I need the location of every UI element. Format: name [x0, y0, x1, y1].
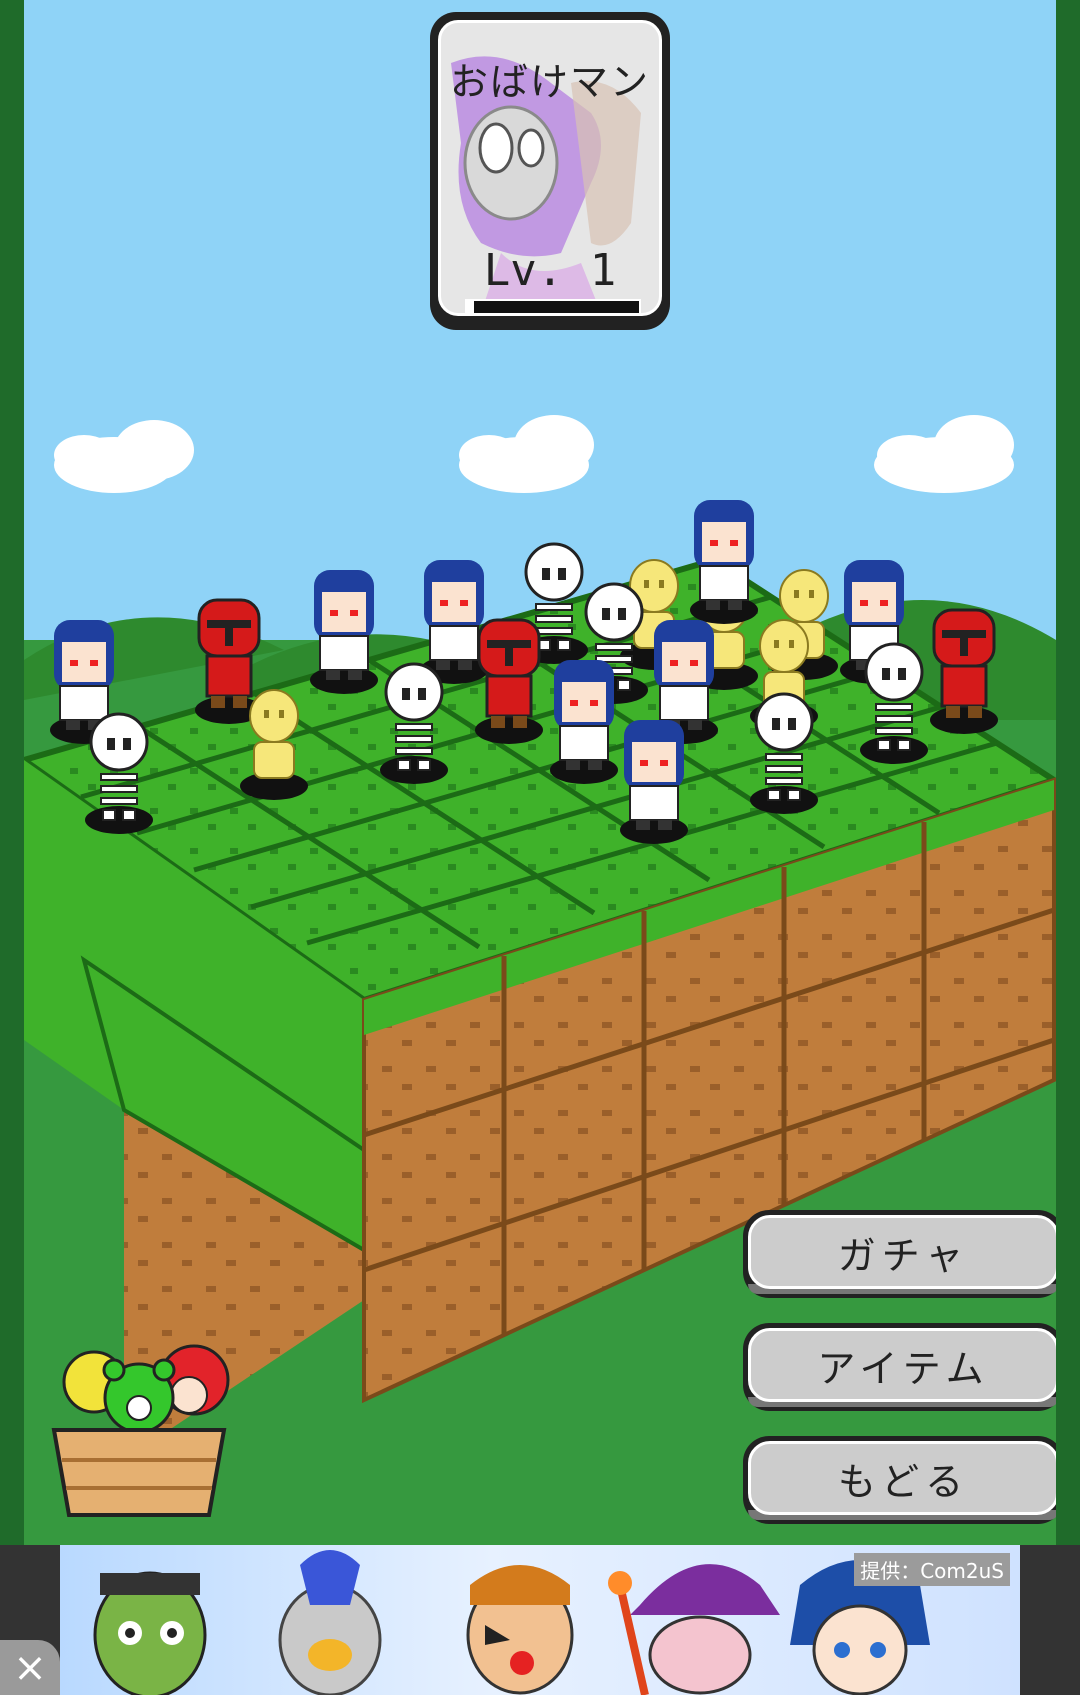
character-girl[interactable]: [420, 560, 488, 684]
character-skeleton[interactable]: [750, 692, 818, 814]
experience-bar-fill: [467, 301, 474, 313]
character-skeleton[interactable]: [85, 712, 153, 834]
game-screen[interactable]: おばけマン Lv. 1 ガチャ アイテム もどる: [24, 0, 1056, 1545]
item-button[interactable]: アイテム: [743, 1323, 1056, 1411]
item-button-label: アイテム: [748, 1328, 1056, 1402]
character-level: Lv. 1: [483, 245, 617, 296]
ad-area: 提供：Com2uS ×: [0, 1545, 1080, 1695]
back-button-label: もどる: [748, 1441, 1056, 1515]
character-skeleton[interactable]: [860, 642, 928, 764]
character-card[interactable]: おばけマン Lv. 1: [430, 12, 670, 330]
character-card-face: おばけマン Lv. 1: [438, 20, 662, 316]
gacha-button[interactable]: ガチャ: [743, 1210, 1056, 1298]
character-red-knight[interactable]: [475, 618, 543, 744]
character-girl[interactable]: [550, 660, 618, 784]
character-girl[interactable]: [620, 720, 688, 844]
gacha-button-label: ガチャ: [748, 1215, 1056, 1289]
character-girl[interactable]: [310, 570, 378, 694]
character-skeleton[interactable]: [380, 662, 448, 784]
ad-close-icon[interactable]: ×: [0, 1640, 60, 1695]
experience-bar: [465, 299, 641, 313]
ad-banner[interactable]: 提供：Com2uS: [60, 1545, 1020, 1695]
character-red-knight[interactable]: [930, 608, 998, 734]
ad-provider-label: 提供：Com2uS: [854, 1553, 1010, 1586]
back-button[interactable]: もどる: [743, 1436, 1056, 1524]
character-girl[interactable]: [690, 500, 758, 624]
character-name: おばけマン: [449, 60, 650, 104]
toy-box-icon[interactable]: [44, 1340, 234, 1520]
